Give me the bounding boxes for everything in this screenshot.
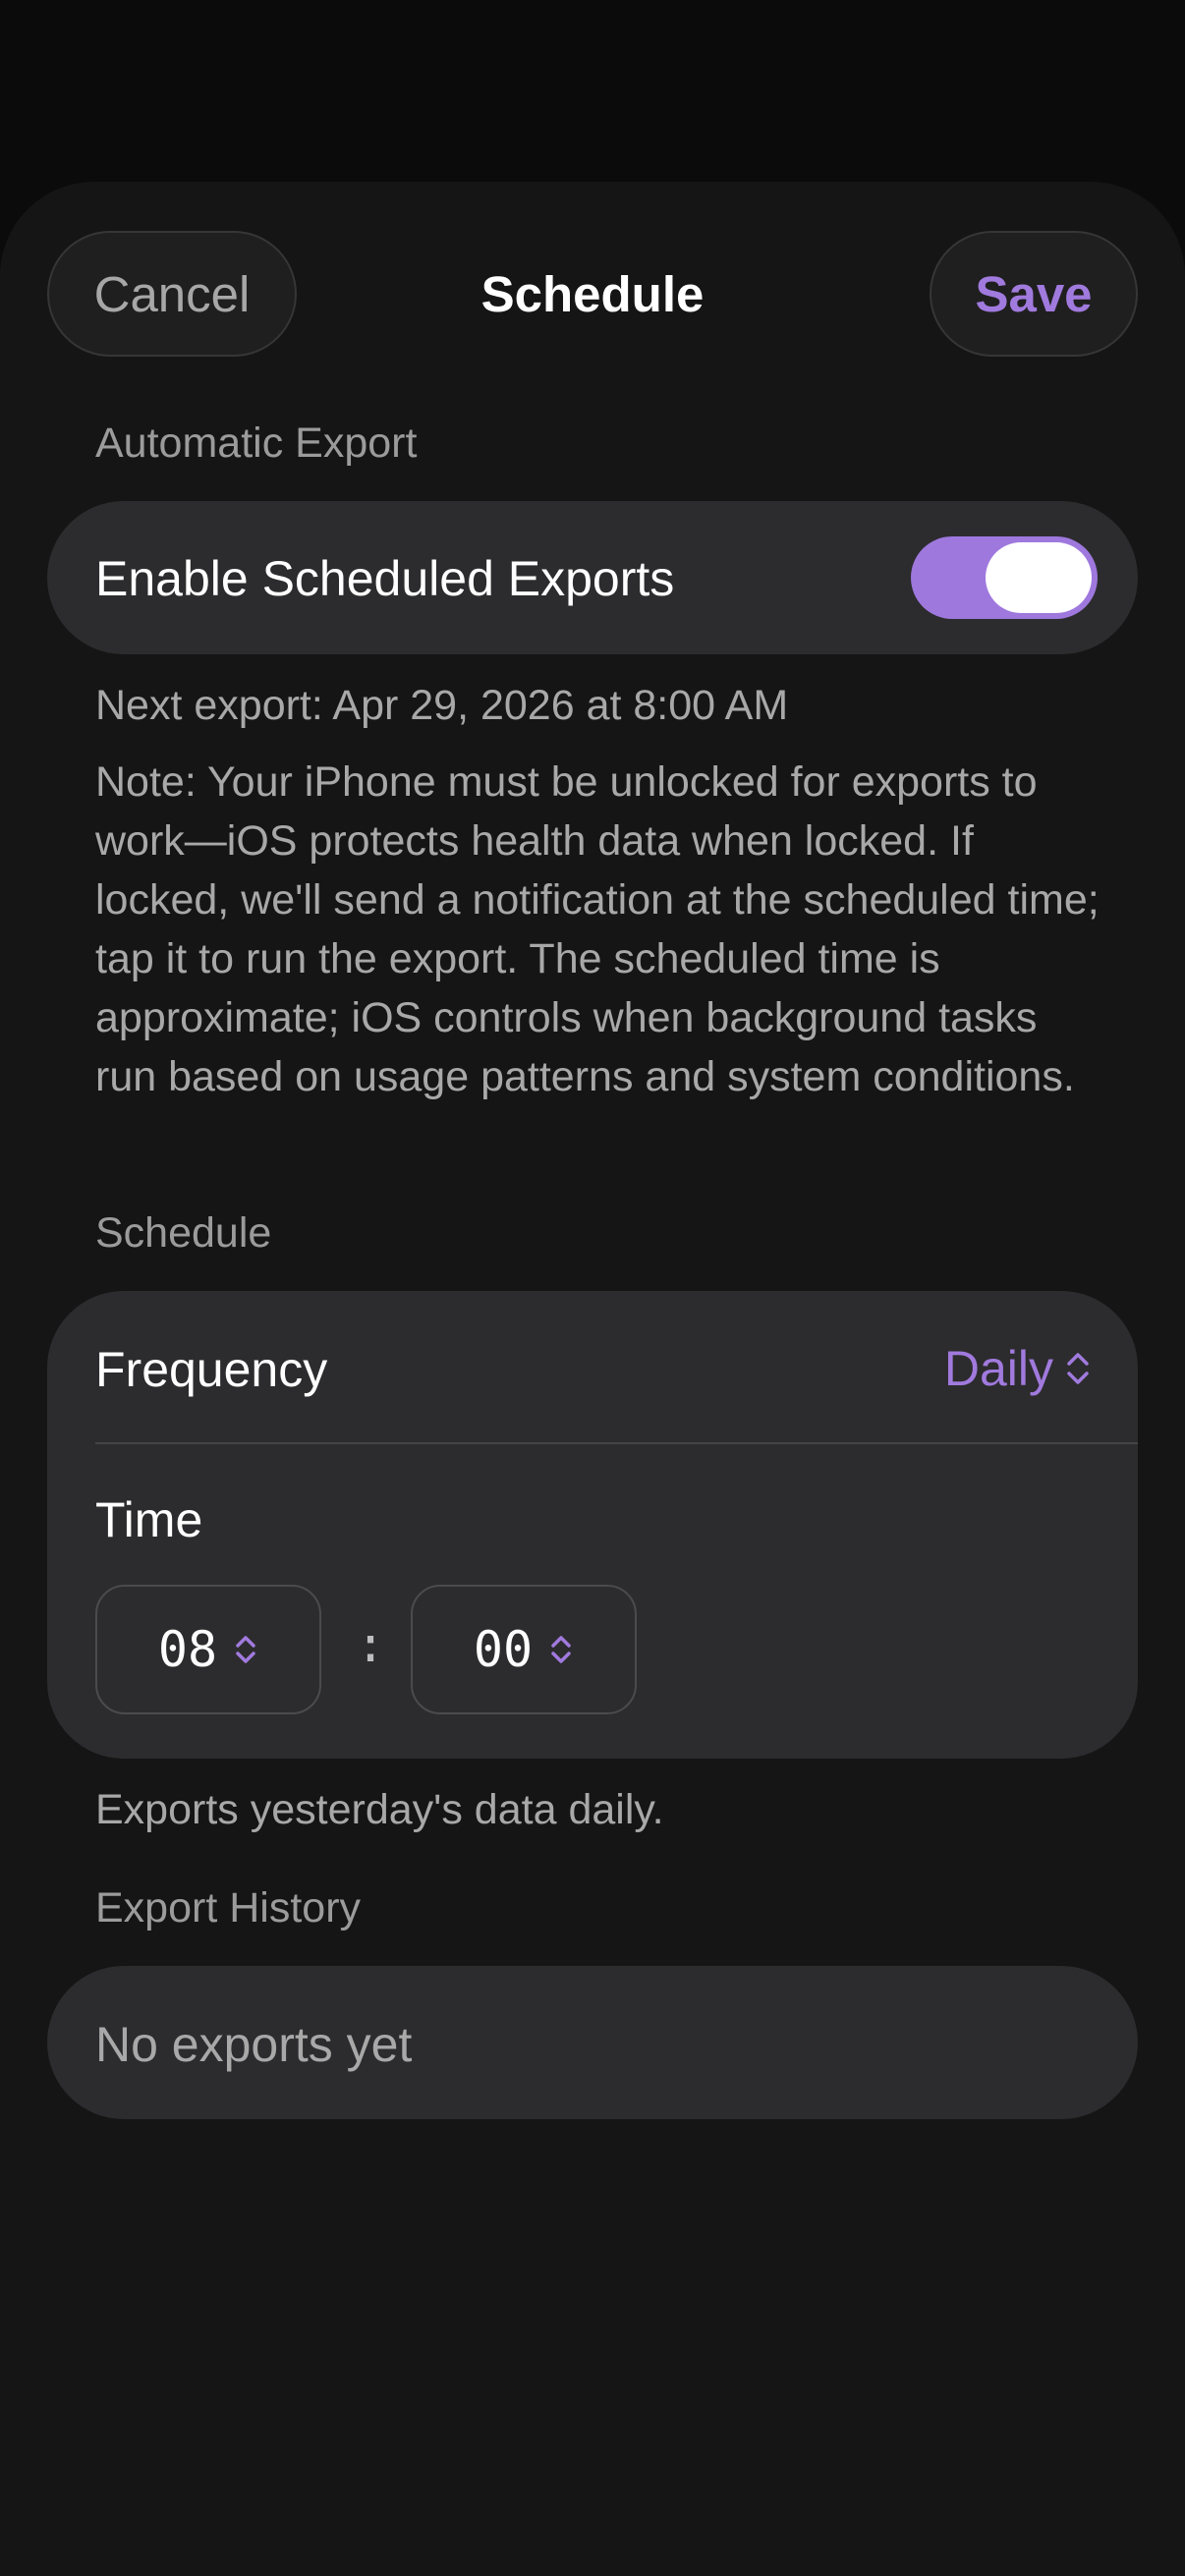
time-label: Time: [95, 1492, 203, 1547]
chevron-up-down-icon: [551, 1636, 571, 1663]
frequency-label: Frequency: [95, 1342, 328, 1397]
cancel-button[interactable]: Cancel: [47, 231, 297, 357]
save-button[interactable]: Save: [930, 231, 1138, 357]
time-separator: :: [356, 1616, 386, 1673]
enable-scheduled-exports-label: Enable Scheduled Exports: [95, 551, 675, 606]
frequency-picker[interactable]: Daily: [944, 1340, 1091, 1397]
enable-scheduled-exports-row: Enable Scheduled Exports: [47, 501, 1138, 654]
next-export-text: Next export: Apr 29, 2026 at 8:00 AM: [95, 682, 789, 729]
enable-scheduled-exports-toggle[interactable]: [911, 536, 1098, 619]
schedule-section-label: Schedule: [95, 1209, 272, 1257]
export-history-card: No exports yet: [47, 1966, 1138, 2119]
unlock-note-text: Note: Your iPhone must be unlocked for e…: [95, 758, 1100, 1100]
automatic-export-section-label: Automatic Export: [95, 420, 418, 467]
hour-stepper[interactable]: 08: [95, 1585, 321, 1714]
chevron-up-down-icon: [236, 1636, 255, 1663]
no-exports-text: No exports yet: [95, 2017, 413, 2072]
schedule-footer-text: Exports yesterday's data daily.: [95, 1786, 664, 1833]
frequency-divider: [95, 1442, 1138, 1444]
hour-value: 08: [157, 1621, 218, 1678]
minute-stepper[interactable]: 00: [411, 1585, 637, 1714]
chevron-up-down-icon: [1067, 1353, 1089, 1384]
toggle-knob: [986, 542, 1092, 613]
minute-value: 00: [473, 1621, 534, 1678]
frequency-value: Daily: [943, 1341, 1053, 1396]
export-history-section-label: Export History: [95, 1884, 362, 1932]
